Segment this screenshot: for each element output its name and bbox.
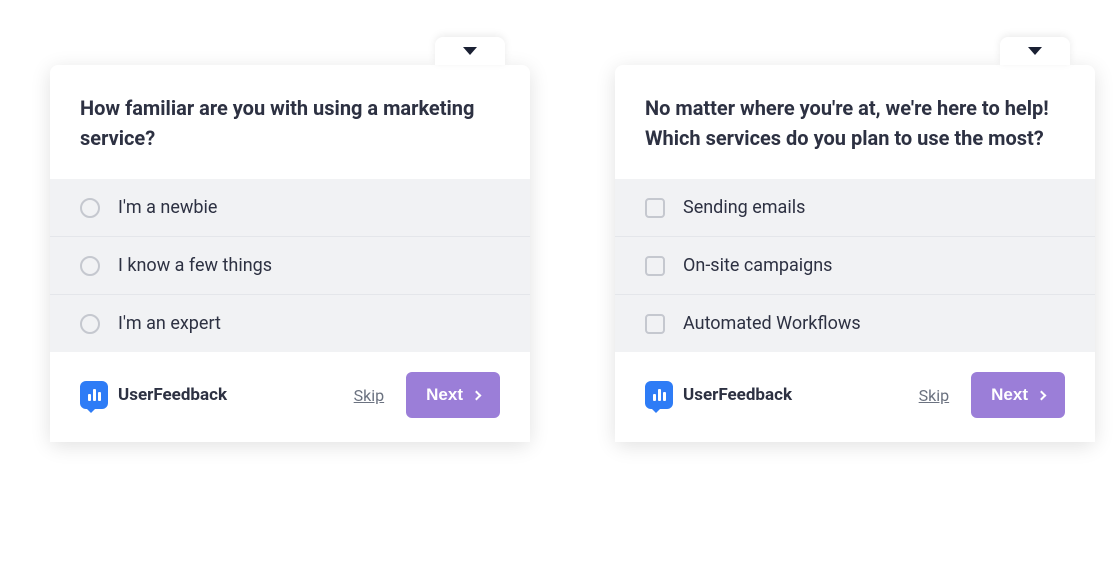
chevron-down-icon bbox=[463, 47, 477, 55]
radio-icon bbox=[80, 198, 100, 218]
option-onsite-campaigns[interactable]: On-site campaigns bbox=[615, 237, 1095, 295]
next-label: Next bbox=[426, 385, 463, 405]
card-footer: UserFeedback Skip Next bbox=[50, 352, 530, 442]
brand-name: UserFeedback bbox=[118, 385, 227, 405]
next-button[interactable]: Next bbox=[971, 372, 1065, 418]
skip-button[interactable]: Skip bbox=[919, 386, 949, 405]
survey-card-services: No matter where you're at, we're here to… bbox=[615, 65, 1095, 442]
minimize-tab[interactable] bbox=[435, 37, 505, 65]
option-few-things[interactable]: I know a few things bbox=[50, 237, 530, 295]
checkbox-icon bbox=[645, 314, 665, 334]
option-label: Sending emails bbox=[683, 197, 805, 218]
radio-icon bbox=[80, 256, 100, 276]
option-label: I'm a newbie bbox=[118, 197, 217, 218]
checkbox-icon bbox=[645, 198, 665, 218]
userfeedback-logo-icon bbox=[645, 381, 673, 409]
option-label: I'm an expert bbox=[118, 313, 221, 334]
brand-name: UserFeedback bbox=[683, 385, 792, 405]
question-header: No matter where you're at, we're here to… bbox=[615, 65, 1095, 179]
option-label: I know a few things bbox=[118, 255, 272, 276]
option-automated-workflows[interactable]: Automated Workflows bbox=[615, 295, 1095, 352]
checkbox-icon bbox=[645, 256, 665, 276]
chevron-right-icon bbox=[1037, 390, 1047, 400]
option-label: On-site campaigns bbox=[683, 255, 832, 276]
options-list: I'm a newbie I know a few things I'm an … bbox=[50, 179, 530, 352]
radio-icon bbox=[80, 314, 100, 334]
options-list: Sending emails On-site campaigns Automat… bbox=[615, 179, 1095, 352]
footer-actions: Skip Next bbox=[354, 372, 500, 418]
option-newbie[interactable]: I'm a newbie bbox=[50, 179, 530, 237]
chevron-right-icon bbox=[472, 390, 482, 400]
next-label: Next bbox=[991, 385, 1028, 405]
option-sending-emails[interactable]: Sending emails bbox=[615, 179, 1095, 237]
question-header: How familiar are you with using a market… bbox=[50, 65, 530, 179]
option-expert[interactable]: I'm an expert bbox=[50, 295, 530, 352]
card-footer: UserFeedback Skip Next bbox=[615, 352, 1095, 442]
option-label: Automated Workflows bbox=[683, 313, 861, 334]
survey-card-familiarity: How familiar are you with using a market… bbox=[50, 65, 530, 442]
footer-actions: Skip Next bbox=[919, 372, 1065, 418]
chevron-down-icon bbox=[1028, 47, 1042, 55]
skip-button[interactable]: Skip bbox=[354, 386, 384, 405]
question-text: No matter where you're at, we're here to… bbox=[645, 93, 1065, 153]
next-button[interactable]: Next bbox=[406, 372, 500, 418]
minimize-tab[interactable] bbox=[1000, 37, 1070, 65]
question-text: How familiar are you with using a market… bbox=[80, 93, 500, 153]
userfeedback-logo-icon bbox=[80, 381, 108, 409]
